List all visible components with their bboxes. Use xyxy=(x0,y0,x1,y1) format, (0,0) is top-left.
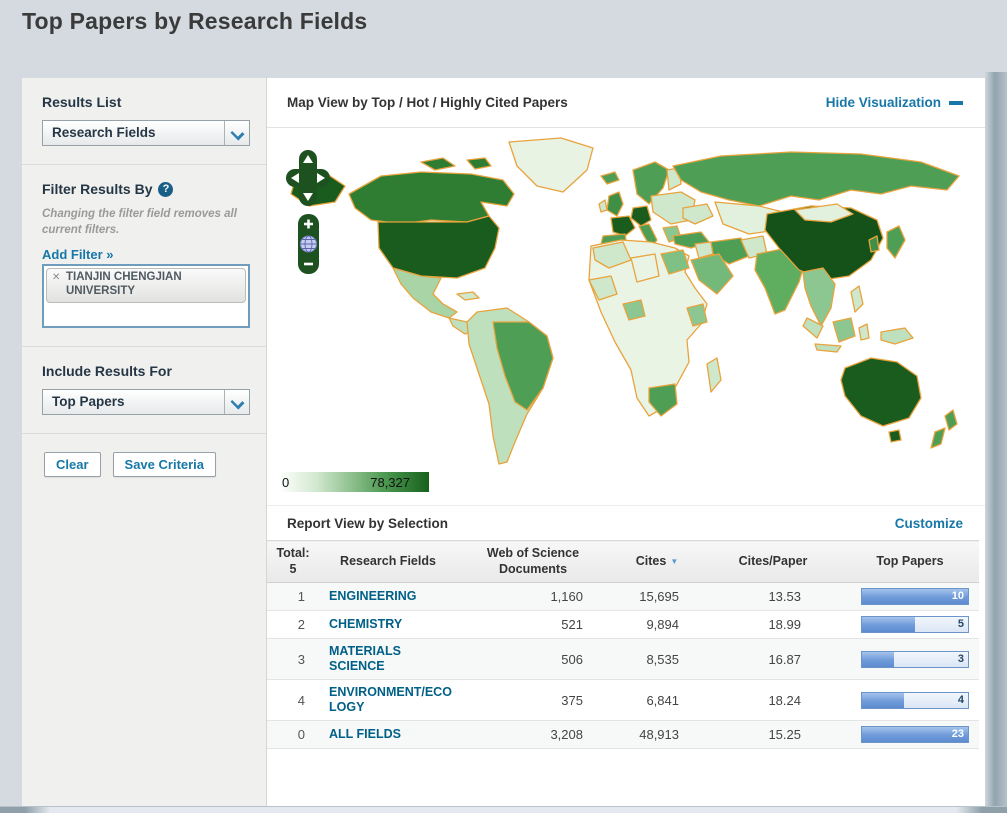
top-papers-bar: 23 xyxy=(861,726,969,744)
table-row: 4 ENVIRONMENT/ECOLOGY 375 6,841 18.24 4 xyxy=(267,679,979,722)
map-header: Map View by Top / Hot / Highly Cited Pap… xyxy=(267,78,985,128)
add-filter-link[interactable]: Add Filter » xyxy=(42,247,114,262)
column-top-papers[interactable]: Top Papers xyxy=(841,539,979,584)
world-map[interactable] xyxy=(271,136,971,476)
include-results-value: Top Papers xyxy=(52,394,125,410)
customize-link[interactable]: Customize xyxy=(895,516,963,531)
rank-cell: 3 xyxy=(267,638,319,681)
page-title: Top Papers by Research Fields xyxy=(22,8,368,34)
filter-box[interactable]: ✕ TIANJIN CHENGJIAN UNIVERSITY xyxy=(42,264,250,329)
hide-visualization-link[interactable]: Hide Visualization xyxy=(826,95,963,110)
wos-documents-cell: 521 xyxy=(457,610,609,640)
zoom-control xyxy=(298,214,319,274)
top-papers-bar-fill xyxy=(862,692,905,708)
research-field-link[interactable]: ALL FIELDS xyxy=(329,727,453,742)
wos-documents-cell: 3,208 xyxy=(457,720,609,750)
top-papers-value: 10 xyxy=(951,590,964,603)
filter-section: Filter Results By ? Changing the filter … xyxy=(22,165,266,348)
rank-cell: 0 xyxy=(267,720,319,750)
include-results-section: Include Results For Top Papers xyxy=(22,347,266,435)
research-field-link[interactable]: CHEMISTRY xyxy=(329,617,453,632)
filter-chip-label: TIANJIN CHENGJIAN UNIVERSITY xyxy=(66,271,182,297)
research-field-link[interactable]: ENVIRONMENT/ECOLOGY xyxy=(329,685,453,715)
cites-cell: 9,894 xyxy=(609,610,705,640)
report-view-title: Report View by Selection xyxy=(287,515,449,531)
cites-per-paper-cell: 15.25 xyxy=(705,720,841,750)
rank-cell: 1 xyxy=(267,582,319,612)
map-controls xyxy=(285,150,331,305)
top-papers-bar-fill xyxy=(862,651,894,667)
filter-results-heading: Filter Results By xyxy=(42,181,153,197)
cites-cell: 8,535 xyxy=(609,638,705,681)
save-criteria-button[interactable]: Save Criteria xyxy=(112,452,217,478)
results-list-value: Research Fields xyxy=(52,125,156,140)
rank-cell: 2 xyxy=(267,610,319,640)
map-view-title: Map View by Top / Hot / Highly Cited Pap… xyxy=(287,95,568,110)
cites-cell: 6,841 xyxy=(609,679,705,722)
total-count: 5 xyxy=(289,561,297,576)
sidebar-buttons: Clear Save Criteria xyxy=(22,434,266,478)
filter-note: Changing the filter field removes all cu… xyxy=(42,208,237,236)
top-papers-bar-fill xyxy=(862,617,915,633)
table-row: 1 ENGINEERING 1,160 15,695 13.53 10 xyxy=(267,582,979,612)
research-field-link[interactable]: MATERIALS SCIENCE xyxy=(329,644,453,674)
top-papers-bar: 4 xyxy=(861,691,969,709)
top-papers-value: 5 xyxy=(957,618,964,631)
content-frame: Results List Research Fields Filter Resu… xyxy=(22,78,985,806)
map-legend: 0 78,327 xyxy=(279,472,429,492)
report-table: Total: 5 Research Fields Web of Science … xyxy=(267,539,979,750)
total-header: Total: 5 xyxy=(267,539,319,584)
remove-filter-icon[interactable]: ✕ xyxy=(52,272,60,283)
results-list-dropdown[interactable]: Research Fields xyxy=(42,120,250,146)
rank-cell: 4 xyxy=(267,679,319,722)
table-row: 3 MATERIALS SCIENCE 506 8,535 16.87 3 xyxy=(267,638,979,681)
top-papers-value: 3 xyxy=(957,652,964,665)
include-results-heading: Include Results For xyxy=(42,363,172,380)
top-papers-value: 4 xyxy=(957,693,964,706)
column-cites-per-paper[interactable]: Cites/Paper xyxy=(705,539,841,584)
column-cites-sorted[interactable]: Cites ▼ xyxy=(609,539,705,584)
hide-visualization-label: Hide Visualization xyxy=(825,95,941,110)
top-papers-bar: 10 xyxy=(861,588,969,606)
filter-chip[interactable]: ✕ TIANJIN CHENGJIAN UNIVERSITY xyxy=(46,268,246,303)
column-research-fields[interactable]: Research Fields xyxy=(319,539,457,584)
column-wos-documents[interactable]: Web of Science Documents xyxy=(457,539,609,584)
results-list-section: Results List Research Fields xyxy=(22,78,266,165)
legend-min: 0 xyxy=(282,474,290,490)
wos-documents-cell: 1,160 xyxy=(457,582,609,612)
help-icon[interactable]: ? xyxy=(158,181,174,197)
research-field-link[interactable]: ENGINEERING xyxy=(329,589,453,604)
cites-per-paper-cell: 16.87 xyxy=(705,638,841,681)
legend-max: 78,327 xyxy=(370,474,410,490)
map-area: 0 78,327 xyxy=(267,128,985,505)
minus-icon xyxy=(949,100,963,105)
sort-desc-icon: ▼ xyxy=(670,556,679,566)
include-results-dropdown[interactable]: Top Papers xyxy=(42,389,250,416)
clear-button[interactable]: Clear xyxy=(44,452,101,478)
top-papers-value: 23 xyxy=(951,728,964,741)
cites-per-paper-cell: 13.53 xyxy=(705,582,841,612)
right-scroll-gutter[interactable] xyxy=(985,72,1007,806)
report-header: Report View by Selection Customize xyxy=(267,505,985,540)
top-papers-bar: 3 xyxy=(861,650,969,668)
chevron-down-icon[interactable] xyxy=(224,390,249,415)
wos-documents-cell: 506 xyxy=(457,638,609,681)
results-list-heading: Results List xyxy=(42,94,122,110)
main-panel: Map View by Top / Hot / Highly Cited Pap… xyxy=(267,78,985,806)
sidebar: Results List Research Fields Filter Resu… xyxy=(22,78,267,806)
table-row: 2 CHEMISTRY 521 9,894 18.99 5 xyxy=(267,610,979,640)
cites-per-paper-cell: 18.24 xyxy=(705,679,841,722)
cites-per-paper-cell: 18.99 xyxy=(705,610,841,640)
wos-documents-cell: 375 xyxy=(457,679,609,722)
table-header-row: Total: 5 Research Fields Web of Science … xyxy=(267,539,979,584)
pan-control xyxy=(286,150,330,206)
chevron-down-icon[interactable] xyxy=(224,121,249,145)
cites-cell: 48,913 xyxy=(609,720,705,750)
table-row: 0 ALL FIELDS 3,208 48,913 15.25 23 xyxy=(267,720,979,750)
top-papers-bar: 5 xyxy=(861,616,969,634)
bottom-scrollbar[interactable] xyxy=(0,806,1007,813)
cites-cell: 15,695 xyxy=(609,582,705,612)
